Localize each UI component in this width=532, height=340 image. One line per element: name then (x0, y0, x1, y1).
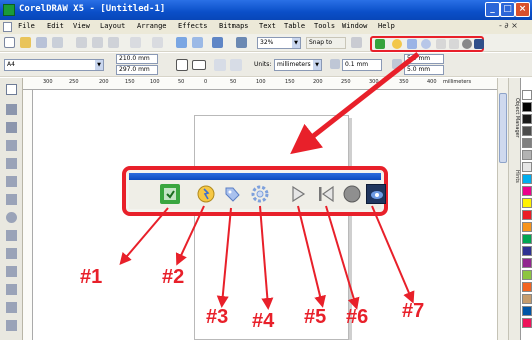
callout-arrow-5 (297, 205, 326, 308)
callout-label-2: #2 (162, 266, 185, 288)
main-pointer-arrow (290, 52, 420, 155)
callout-arrow-4 (259, 205, 274, 310)
annotation-arrows (119, 52, 420, 310)
callout-label-7: #7 (402, 300, 425, 322)
callout-arrow-7 (371, 205, 415, 304)
callout-label-4: #4 (252, 310, 275, 332)
callout-arrow-2 (175, 205, 205, 266)
callout-label-6: #6 (346, 306, 369, 328)
callout-arrow-3 (216, 207, 232, 308)
callout-arrow-6 (325, 205, 360, 310)
callout-arrow-1 (119, 207, 169, 266)
callout-label-5: #5 (304, 306, 327, 328)
callout-label-3: #3 (206, 306, 229, 328)
callout-label-1: #1 (80, 266, 103, 288)
